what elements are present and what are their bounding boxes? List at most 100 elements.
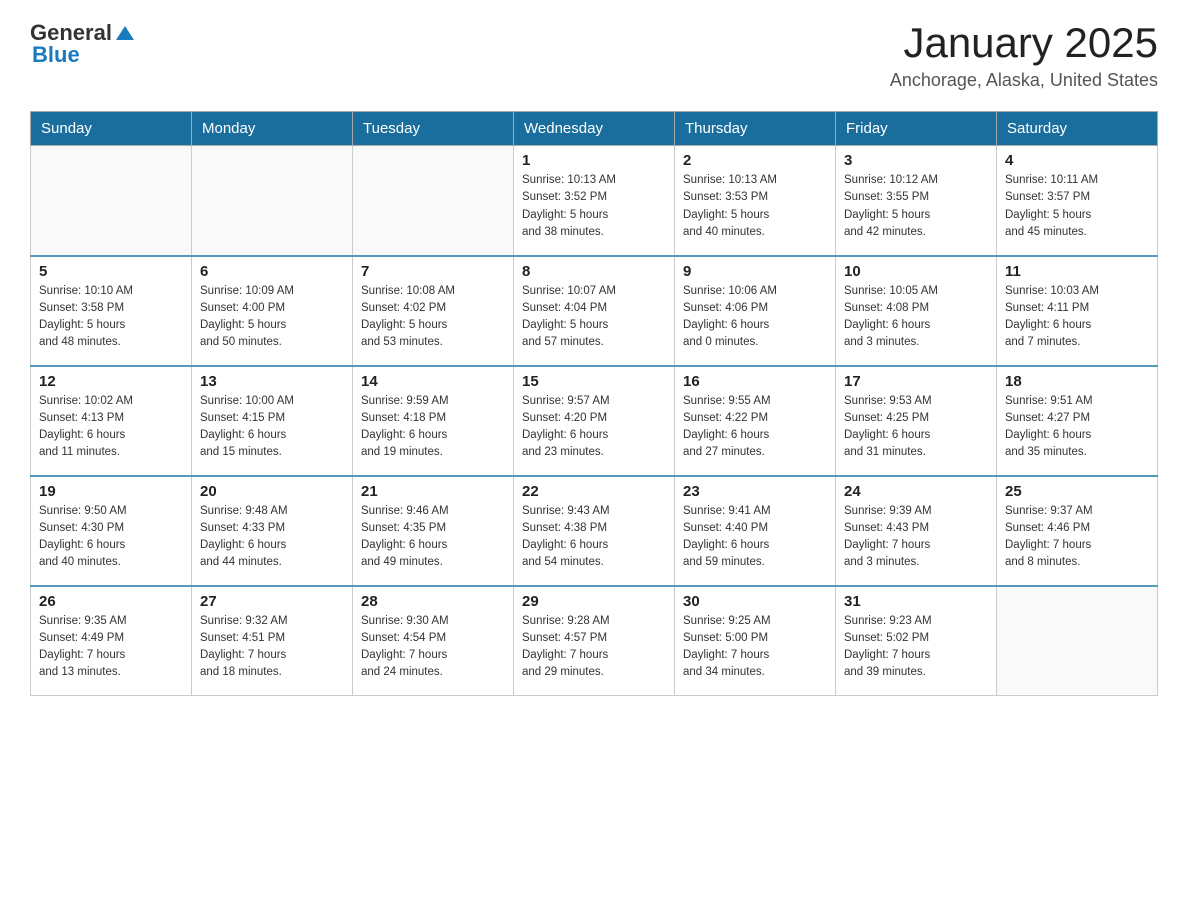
calendar-cell: 30 Sunrise: 9:25 AM Sunset: 5:00 PM Dayli…: [675, 586, 836, 696]
day-info: Sunrise: 9:28 AM Sunset: 4:57 PM Dayligh…: [522, 613, 666, 682]
day-info: Sunrise: 9:53 AM Sunset: 4:25 PM Dayligh…: [844, 393, 988, 462]
day-number: 17: [844, 373, 988, 390]
day-number: 4: [1005, 152, 1149, 169]
day-info: Sunrise: 9:48 AM Sunset: 4:33 PM Dayligh…: [200, 503, 344, 572]
day-info: Sunrise: 10:07 AM Sunset: 4:04 PM Daylig…: [522, 283, 666, 352]
day-info: Sunrise: 9:25 AM Sunset: 5:00 PM Dayligh…: [683, 613, 827, 682]
calendar-cell: 18 Sunrise: 9:51 AM Sunset: 4:27 PM Dayli…: [997, 366, 1158, 476]
calendar-cell: [997, 586, 1158, 696]
day-info: Sunrise: 10:00 AM Sunset: 4:15 PM Daylig…: [200, 393, 344, 462]
calendar-cell: 24 Sunrise: 9:39 AM Sunset: 4:43 PM Dayli…: [836, 476, 997, 586]
day-info: Sunrise: 9:41 AM Sunset: 4:40 PM Dayligh…: [683, 503, 827, 572]
day-number: 30: [683, 593, 827, 610]
day-number: 9: [683, 263, 827, 280]
logo: General Blue: [30, 20, 136, 68]
col-friday: Friday: [836, 112, 997, 146]
day-number: 1: [522, 152, 666, 169]
day-info: Sunrise: 10:06 AM Sunset: 4:06 PM Daylig…: [683, 283, 827, 352]
day-info: Sunrise: 9:32 AM Sunset: 4:51 PM Dayligh…: [200, 613, 344, 682]
day-info: Sunrise: 9:43 AM Sunset: 4:38 PM Dayligh…: [522, 503, 666, 572]
day-number: 10: [844, 263, 988, 280]
day-info: Sunrise: 10:12 AM Sunset: 3:55 PM Daylig…: [844, 172, 988, 241]
day-number: 3: [844, 152, 988, 169]
day-number: 8: [522, 263, 666, 280]
day-info: Sunrise: 10:13 AM Sunset: 3:52 PM Daylig…: [522, 172, 666, 241]
calendar-row-4: 19Sunrise: 9:50 AM Sunset: 4:30 PM Dayli…: [31, 476, 1158, 586]
day-info: Sunrise: 10:11 AM Sunset: 3:57 PM Daylig…: [1005, 172, 1149, 241]
calendar-cell: 21Sunrise: 9:46 AM Sunset: 4:35 PM Dayli…: [353, 476, 514, 586]
logo-blue: Blue: [32, 42, 80, 68]
day-number: 7: [361, 263, 505, 280]
calendar-cell: 14 Sunrise: 9:59 AM Sunset: 4:18 PM Dayli…: [353, 366, 514, 476]
day-number: 24: [844, 483, 988, 500]
calendar-cell: 10 Sunrise: 10:05 AM Sunset: 4:08 PM Dayl…: [836, 256, 997, 366]
calendar-cell: [31, 146, 192, 256]
calendar-subtitle: Anchorage, Alaska, United States: [890, 70, 1158, 91]
day-number: 15: [522, 373, 666, 390]
calendar-cell: 29 Sunrise: 9:28 AM Sunset: 4:57 PM Dayli…: [514, 586, 675, 696]
day-info: Sunrise: 9:23 AM Sunset: 5:02 PM Dayligh…: [844, 613, 988, 682]
calendar-cell: 5Sunrise: 10:10 AM Sunset: 3:58 PM Dayli…: [31, 256, 192, 366]
col-sunday: Sunday: [31, 112, 192, 146]
day-number: 12: [39, 373, 183, 390]
day-number: 21: [361, 483, 505, 500]
calendar-cell: 7Sunrise: 10:08 AM Sunset: 4:02 PM Dayli…: [353, 256, 514, 366]
day-info: Sunrise: 9:51 AM Sunset: 4:27 PM Dayligh…: [1005, 393, 1149, 462]
day-number: 14: [361, 373, 505, 390]
calendar-cell: 2Sunrise: 10:13 AM Sunset: 3:53 PM Dayli…: [675, 146, 836, 256]
calendar-cell: 26 Sunrise: 9:35 AM Sunset: 4:49 PM Dayli…: [31, 586, 192, 696]
calendar-cell: 4 Sunrise: 10:11 AM Sunset: 3:57 PM Dayli…: [997, 146, 1158, 256]
calendar-row-5: 26 Sunrise: 9:35 AM Sunset: 4:49 PM Dayli…: [31, 586, 1158, 696]
day-info: Sunrise: 10:05 AM Sunset: 4:08 PM Daylig…: [844, 283, 988, 352]
calendar-cell: [353, 146, 514, 256]
calendar-cell: 23 Sunrise: 9:41 AM Sunset: 4:40 PM Dayli…: [675, 476, 836, 586]
day-number: 19: [39, 483, 183, 500]
col-saturday: Saturday: [997, 112, 1158, 146]
calendar-cell: [192, 146, 353, 256]
page-header: General Blue January 2025 Anchorage, Ala…: [30, 20, 1158, 91]
calendar-title: January 2025: [890, 20, 1158, 66]
calendar-table: Sunday Monday Tuesday Wednesday Thursday…: [30, 111, 1158, 696]
calendar-cell: 1 Sunrise: 10:13 AM Sunset: 3:52 PM Dayli…: [514, 146, 675, 256]
col-tuesday: Tuesday: [353, 112, 514, 146]
day-info: Sunrise: 9:39 AM Sunset: 4:43 PM Dayligh…: [844, 503, 988, 572]
calendar-row-1: 1 Sunrise: 10:13 AM Sunset: 3:52 PM Dayli…: [31, 146, 1158, 256]
day-info: Sunrise: 10:10 AM Sunset: 3:58 PM Daylig…: [39, 283, 183, 352]
calendar-cell: 22Sunrise: 9:43 AM Sunset: 4:38 PM Dayli…: [514, 476, 675, 586]
day-info: Sunrise: 9:35 AM Sunset: 4:49 PM Dayligh…: [39, 613, 183, 682]
calendar-cell: 3 Sunrise: 10:12 AM Sunset: 3:55 PM Dayli…: [836, 146, 997, 256]
day-number: 13: [200, 373, 344, 390]
logo-triangle-icon: [114, 22, 136, 44]
day-info: Sunrise: 9:59 AM Sunset: 4:18 PM Dayligh…: [361, 393, 505, 462]
day-info: Sunrise: 9:57 AM Sunset: 4:20 PM Dayligh…: [522, 393, 666, 462]
calendar-cell: 8 Sunrise: 10:07 AM Sunset: 4:04 PM Dayli…: [514, 256, 675, 366]
day-number: 28: [361, 593, 505, 610]
calendar-cell: 13 Sunrise: 10:00 AM Sunset: 4:15 PM Dayl…: [192, 366, 353, 476]
day-number: 31: [844, 593, 988, 610]
col-monday: Monday: [192, 112, 353, 146]
day-info: Sunrise: 9:37 AM Sunset: 4:46 PM Dayligh…: [1005, 503, 1149, 572]
calendar-cell: 27 Sunrise: 9:32 AM Sunset: 4:51 PM Dayli…: [192, 586, 353, 696]
day-number: 18: [1005, 373, 1149, 390]
calendar-cell: 15 Sunrise: 9:57 AM Sunset: 4:20 PM Dayli…: [514, 366, 675, 476]
calendar-row-2: 5Sunrise: 10:10 AM Sunset: 3:58 PM Dayli…: [31, 256, 1158, 366]
calendar-cell: 20 Sunrise: 9:48 AM Sunset: 4:33 PM Dayli…: [192, 476, 353, 586]
calendar-cell: 12Sunrise: 10:02 AM Sunset: 4:13 PM Dayl…: [31, 366, 192, 476]
day-number: 26: [39, 593, 183, 610]
day-info: Sunrise: 10:03 AM Sunset: 4:11 PM Daylig…: [1005, 283, 1149, 352]
calendar-cell: 19Sunrise: 9:50 AM Sunset: 4:30 PM Dayli…: [31, 476, 192, 586]
day-number: 20: [200, 483, 344, 500]
header-row: Sunday Monday Tuesday Wednesday Thursday…: [31, 112, 1158, 146]
day-number: 29: [522, 593, 666, 610]
day-number: 23: [683, 483, 827, 500]
day-number: 11: [1005, 263, 1149, 280]
calendar-cell: 25 Sunrise: 9:37 AM Sunset: 4:46 PM Dayli…: [997, 476, 1158, 586]
day-number: 27: [200, 593, 344, 610]
calendar-cell: 31 Sunrise: 9:23 AM Sunset: 5:02 PM Dayli…: [836, 586, 997, 696]
day-number: 2: [683, 152, 827, 169]
day-number: 25: [1005, 483, 1149, 500]
col-wednesday: Wednesday: [514, 112, 675, 146]
day-info: Sunrise: 9:55 AM Sunset: 4:22 PM Dayligh…: [683, 393, 827, 462]
calendar-cell: 16Sunrise: 9:55 AM Sunset: 4:22 PM Dayli…: [675, 366, 836, 476]
calendar-row-3: 12Sunrise: 10:02 AM Sunset: 4:13 PM Dayl…: [31, 366, 1158, 476]
